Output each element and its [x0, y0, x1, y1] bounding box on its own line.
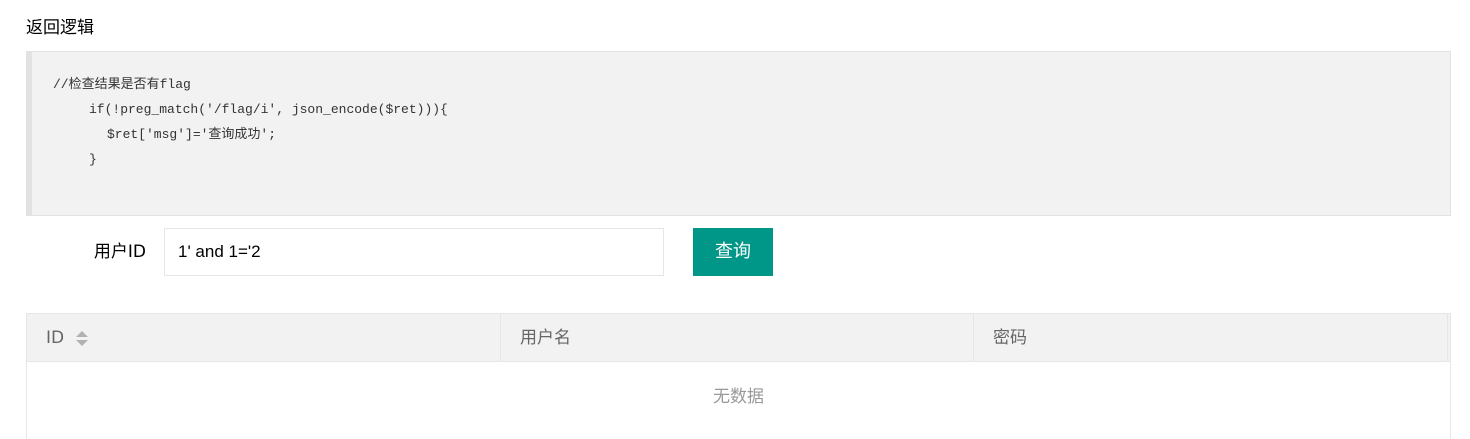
column-header-id[interactable]: ID	[27, 314, 501, 362]
page: 返回逻辑 //检查结果是否有flag if(!preg_match('/flag…	[0, 0, 1470, 439]
code-line-close: }	[89, 152, 97, 167]
code-line-comment: //检查结果是否有flag	[53, 77, 191, 92]
column-header-username: 用户名	[501, 314, 974, 362]
code-block: //检查结果是否有flag if(!preg_match('/flag/i', …	[26, 51, 1451, 216]
code-line-assign: $ret['msg']='查询成功';	[107, 127, 277, 142]
sort-descending-icon[interactable]	[76, 339, 89, 346]
user-id-label: 用户ID	[93, 242, 146, 262]
column-header-id-label: ID	[46, 328, 65, 348]
column-header-password: 密码	[974, 314, 1448, 362]
sort-ascending-icon[interactable]	[76, 330, 89, 337]
sort-icon[interactable]	[76, 314, 89, 362]
user-id-input[interactable]	[164, 228, 664, 276]
result-table: ID 用户名 密码 无数据	[26, 313, 1451, 439]
code-line-if: if(!preg_match('/flag/i', json_encode($r…	[89, 102, 448, 117]
table-empty-state: 无数据	[713, 387, 764, 407]
column-header-password-label: 密码	[993, 328, 1027, 348]
table-header: ID 用户名 密码	[27, 314, 1450, 362]
column-header-username-label: 用户名	[520, 328, 571, 348]
query-button[interactable]: 查询	[693, 228, 773, 276]
section-title: 返回逻辑	[26, 18, 94, 38]
